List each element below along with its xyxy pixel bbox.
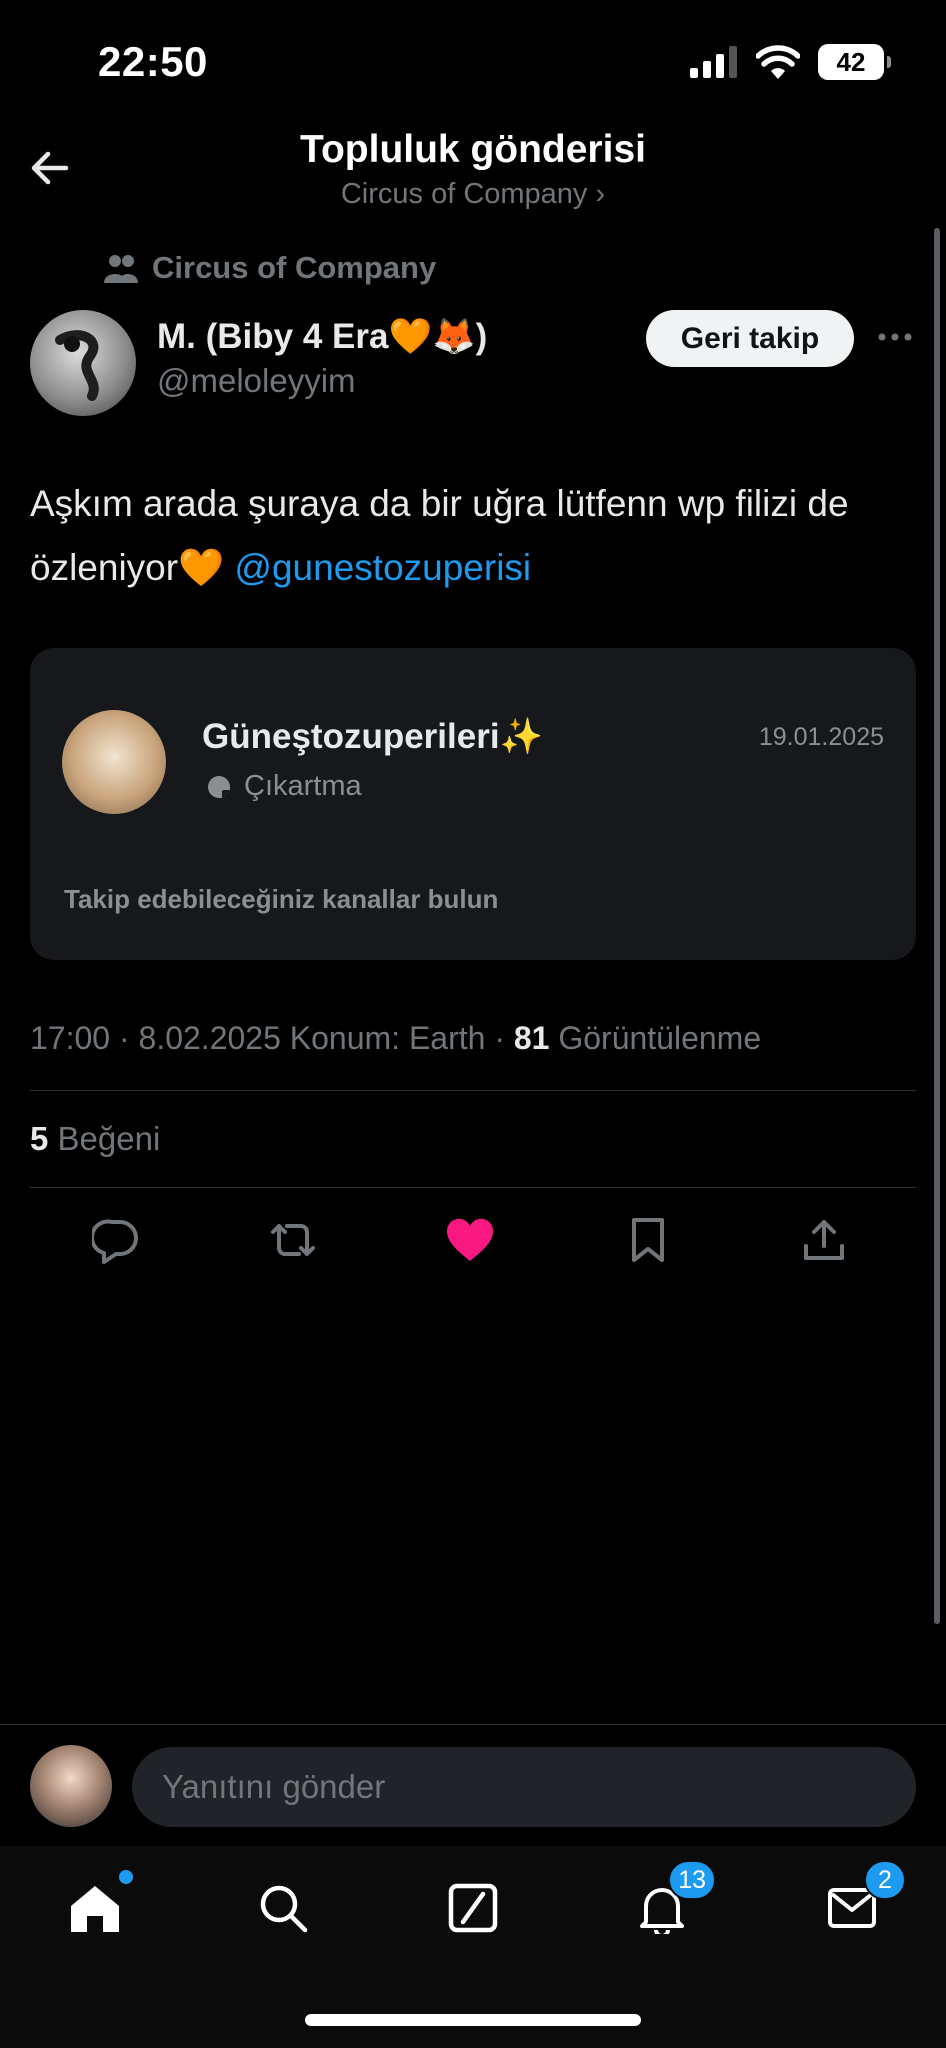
card-footer: Takip edebileceğiniz kanallar bulun xyxy=(64,884,499,914)
repost-icon xyxy=(271,1224,315,1256)
battery-icon: 42 xyxy=(818,44,891,80)
card-avatar xyxy=(62,710,166,814)
views-count: 81 xyxy=(513,1020,550,1056)
scrollbar[interactable] xyxy=(934,228,940,1624)
home-dot-indicator xyxy=(119,1870,133,1884)
tab-messages[interactable]: 2 xyxy=(820,1860,906,1940)
likes-count: 5 xyxy=(30,1120,49,1157)
reply-bar xyxy=(0,1724,946,1846)
status-icons: 42 xyxy=(690,44,891,80)
tab-grok[interactable] xyxy=(441,1876,505,1940)
card-channel-name: Güneştozuperileri✨ xyxy=(202,717,544,756)
notifications-badge: 13 xyxy=(668,1860,716,1900)
sticker-icon xyxy=(208,775,230,798)
more-icon[interactable] xyxy=(877,322,913,352)
header: Topluluk gönderisi Circus of Company › xyxy=(0,118,946,228)
mention-link[interactable]: @gunestozuperisi xyxy=(234,547,531,588)
tab-notifications[interactable]: 13 xyxy=(630,1860,716,1940)
post-location: Konum: Earth xyxy=(289,1020,486,1056)
author-name[interactable]: M. (Biby 4 Era🧡🦊) xyxy=(157,316,487,357)
repost-button[interactable] xyxy=(265,1212,321,1268)
card-date: 19.01.2025 xyxy=(758,723,884,751)
share-button[interactable] xyxy=(796,1212,852,1268)
reply-icon xyxy=(92,1219,138,1264)
search-icon xyxy=(260,1885,308,1933)
bookmark-icon xyxy=(632,1218,664,1262)
messages-badge: 2 xyxy=(864,1860,906,1900)
likes-summary[interactable]: 5 Beğeni xyxy=(30,1120,160,1158)
embedded-card[interactable]: Güneştozuperileri✨ 19.01.2025 Çıkartma T… xyxy=(30,648,916,960)
reply-button[interactable] xyxy=(88,1212,144,1268)
community-name: Circus of Company xyxy=(152,250,437,285)
divider xyxy=(30,1187,916,1188)
likes-label: Beğeni xyxy=(57,1120,161,1157)
card-meta: Çıkartma xyxy=(204,770,362,803)
like-button[interactable] xyxy=(442,1212,498,1268)
grok-icon xyxy=(448,1883,498,1933)
home-indicator xyxy=(305,2014,641,2026)
author-handle[interactable]: @meloleyyim xyxy=(157,362,356,400)
my-avatar[interactable] xyxy=(30,1745,112,1827)
post-meta: 17:00 · 8.02.2025 Konum: Earth · 81 Görü… xyxy=(30,1020,762,1056)
follow-back-button[interactable]: Geri takip xyxy=(646,310,854,367)
post-date: 8.02.2025 xyxy=(138,1020,281,1056)
author-avatar[interactable] xyxy=(30,310,136,416)
card-meta-label: Çıkartma xyxy=(244,770,362,802)
divider xyxy=(30,1090,916,1091)
wifi-icon xyxy=(756,45,800,79)
tab-home[interactable] xyxy=(63,1870,133,1940)
community-link[interactable]: Circus of Company › xyxy=(0,178,946,211)
reply-input[interactable] xyxy=(132,1747,916,1827)
action-bar xyxy=(0,1212,946,1272)
tab-search[interactable] xyxy=(251,1876,315,1940)
bookmark-button[interactable] xyxy=(620,1212,676,1268)
share-icon xyxy=(804,1220,844,1260)
status-bar: 22:50 42 xyxy=(0,0,946,120)
views-label: Görüntülenme xyxy=(558,1020,762,1056)
community-label[interactable]: Circus of Company xyxy=(104,250,436,286)
home-icon xyxy=(71,1886,119,1932)
signal-icon xyxy=(690,46,737,78)
status-time: 22:50 xyxy=(98,38,208,85)
people-icon xyxy=(104,255,138,283)
post-text: Aşkım arada şuraya da bir uğra lütfenn w… xyxy=(30,472,910,600)
post-time: 17:00 xyxy=(30,1020,111,1056)
battery-level: 42 xyxy=(836,46,866,77)
page-title: Topluluk gönderisi xyxy=(300,128,646,171)
heart-filled-icon xyxy=(446,1218,494,1261)
